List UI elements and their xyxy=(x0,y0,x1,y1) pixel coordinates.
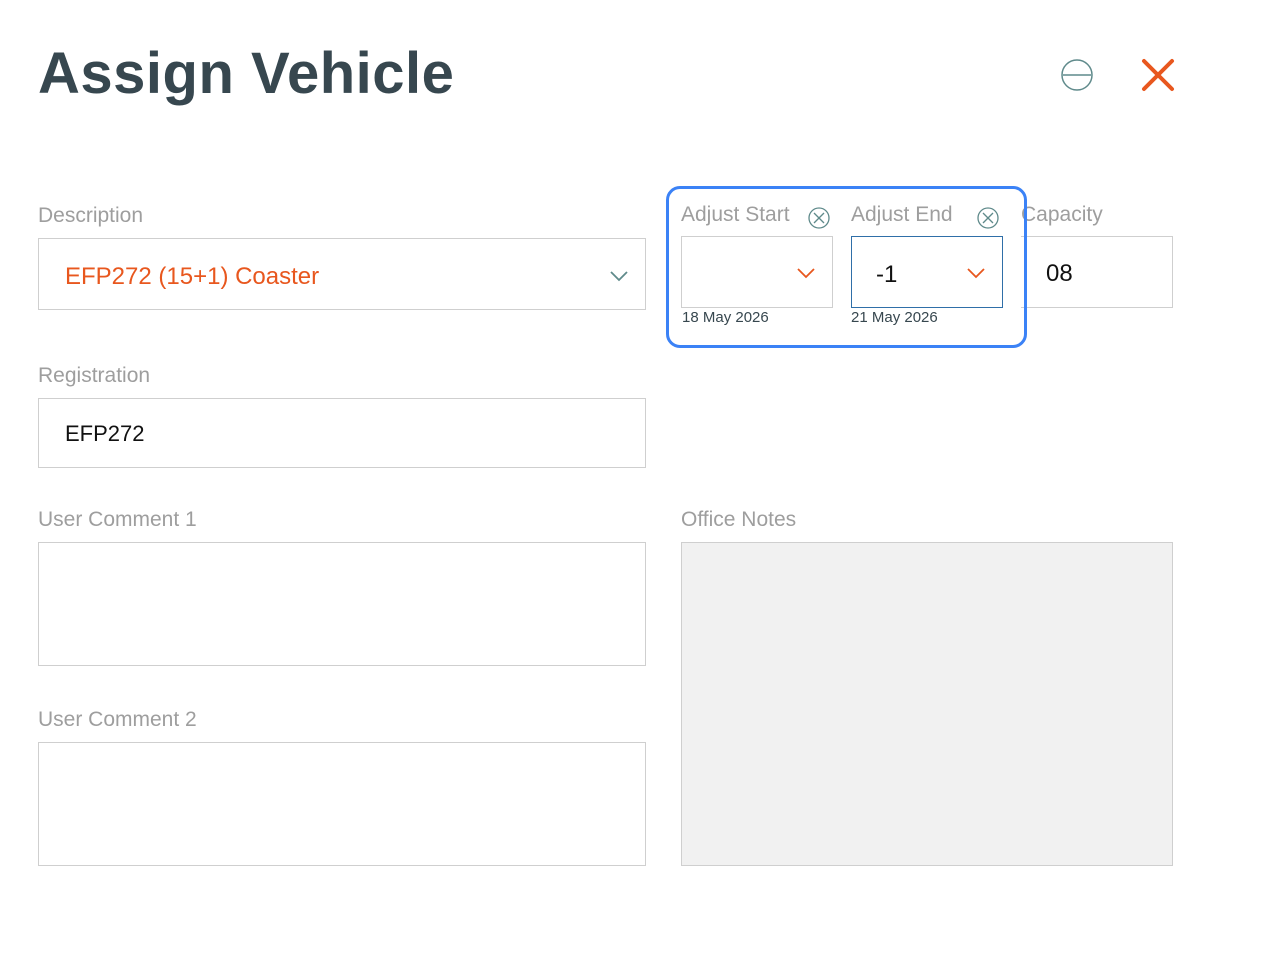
clear-circle-icon[interactable] xyxy=(807,206,831,230)
capacity-value: 08 xyxy=(1046,260,1073,287)
clear-circle-icon[interactable] xyxy=(976,206,1000,230)
description-value: EFP272 (15+1) Coaster xyxy=(65,263,320,290)
registration-value: EFP272 xyxy=(65,421,145,446)
adjust-end-value: -1 xyxy=(876,261,898,288)
capacity-label: Capacity xyxy=(1021,203,1103,226)
adjust-start-label: Adjust Start xyxy=(681,203,790,226)
minimize-button[interactable] xyxy=(1060,59,1094,93)
user-comment-2-textarea[interactable] xyxy=(38,742,646,866)
description-select[interactable]: EFP272 (15+1) Coaster xyxy=(38,238,646,310)
chevron-down-icon xyxy=(610,271,628,282)
adjust-end-select[interactable]: -1 xyxy=(851,236,1003,308)
adjust-start-select[interactable] xyxy=(681,236,833,308)
minus-circle-icon xyxy=(1061,59,1093,91)
description-label: Description xyxy=(38,204,144,227)
office-notes-textarea xyxy=(681,542,1173,866)
capacity-input[interactable]: 08 xyxy=(1021,236,1173,308)
user-comment-1-label: User Comment 1 xyxy=(38,508,197,531)
chevron-down-icon xyxy=(797,268,815,279)
page-title: Assign Vehicle xyxy=(38,41,455,106)
chevron-down-icon xyxy=(967,268,985,279)
office-notes-label: Office Notes xyxy=(681,508,797,531)
close-x-icon xyxy=(1142,59,1174,91)
adjust-end-date: 21 May 2026 xyxy=(851,309,938,326)
adjust-start-date: 18 May 2026 xyxy=(682,309,769,326)
registration-label: Registration xyxy=(38,364,151,387)
user-comment-1-textarea[interactable] xyxy=(38,542,646,666)
adjust-end-label: Adjust End xyxy=(851,203,953,226)
close-button[interactable] xyxy=(1140,57,1176,93)
user-comment-2-label: User Comment 2 xyxy=(38,708,197,731)
assign-vehicle-dialog: Assign Vehicle Description EFP272 (15+1)… xyxy=(0,0,1266,954)
registration-input[interactable]: EFP272 xyxy=(38,398,646,468)
